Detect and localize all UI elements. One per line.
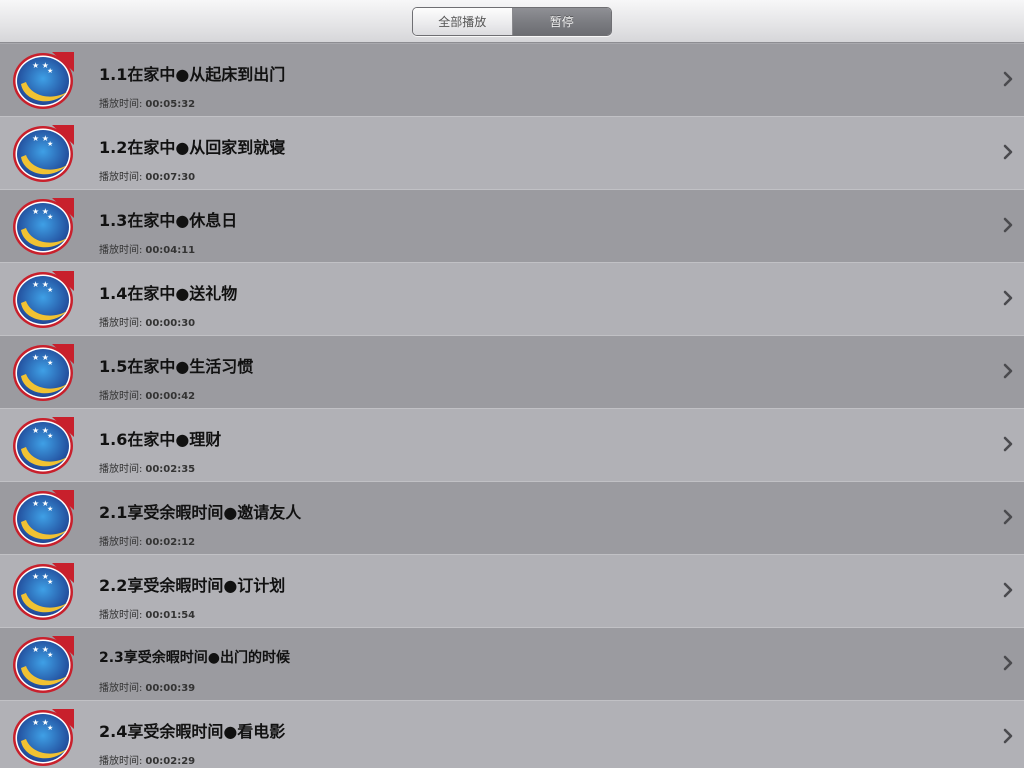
svg-text:★: ★ xyxy=(47,432,53,440)
chevron-right-icon[interactable] xyxy=(1002,71,1014,87)
play-time-value: 00:00:42 xyxy=(145,391,196,402)
play-time-label: 播放时间: xyxy=(99,756,143,767)
play-time-label: 播放时间: xyxy=(99,391,143,402)
moon-stars-logo-icon: ★ ★ ★ xyxy=(12,634,74,694)
play-time-label: 播放时间: xyxy=(99,99,143,110)
moon-stars-logo-icon: ★ ★ ★ xyxy=(12,123,74,183)
navigation-bar: 全部播放 暂停 xyxy=(0,0,1024,43)
play-all-segment[interactable]: 全部播放 xyxy=(413,8,513,35)
item-play-time: 播放时间: 00:00:30 xyxy=(99,314,195,329)
list-item[interactable]: ★ ★ ★ 1.3在家中●休息日播放时间: 00:04:11 xyxy=(0,190,1024,263)
item-play-time: 播放时间: 00:05:32 xyxy=(99,95,195,110)
moon-stars-logo-icon: ★ ★ ★ xyxy=(12,561,74,621)
chevron-right-icon[interactable] xyxy=(1002,655,1014,671)
item-title: 1.6在家中●理财 xyxy=(99,430,222,449)
play-time-value: 00:01:54 xyxy=(145,610,196,621)
chevron-right-icon[interactable] xyxy=(1002,217,1014,233)
item-title: 2.2享受余暇时间●订计划 xyxy=(99,576,286,595)
play-time-label: 播放时间: xyxy=(99,537,143,548)
chevron-right-icon[interactable] xyxy=(1002,582,1014,598)
play-time-label: 播放时间: xyxy=(99,683,143,694)
play-time-value: 00:02:35 xyxy=(145,464,196,475)
item-title: 2.1享受余暇时间●邀请友人 xyxy=(99,503,302,522)
chevron-right-icon[interactable] xyxy=(1002,436,1014,452)
list-item[interactable]: ★ ★ ★ 2.4享受余暇时间●看电影播放时间: 00:02:29 xyxy=(0,701,1024,768)
item-title: 1.1在家中●从起床到出门 xyxy=(99,65,286,84)
item-play-time: 播放时间: 00:02:12 xyxy=(99,533,195,548)
play-time-label: 播放时间: xyxy=(99,318,143,329)
moon-stars-logo-icon: ★ ★ ★ xyxy=(12,415,74,475)
play-time-label: 播放时间: xyxy=(99,245,143,256)
list-item[interactable]: ★ ★ ★ 1.2在家中●从回家到就寝播放时间: 00:07:30 xyxy=(0,117,1024,190)
lesson-list: ★ ★ ★ 1.1在家中●从起床到出门 播放时间: 00:05:32 ★ ★ ★ 1.2在家中… xyxy=(0,44,1024,768)
play-time-label: 播放时间: xyxy=(99,464,143,475)
list-item[interactable]: ★ ★ ★ 1.4在家中●送礼物播放时间: 00:00:30 xyxy=(0,263,1024,336)
item-play-time: 播放时间: 00:00:39 xyxy=(99,679,195,694)
chevron-right-icon[interactable] xyxy=(1002,290,1014,306)
chevron-right-icon[interactable] xyxy=(1002,728,1014,744)
play-time-value: 00:00:39 xyxy=(145,683,196,694)
play-time-value: 00:04:11 xyxy=(145,245,196,256)
list-item[interactable]: ★ ★ ★ 2.3享受余暇时间●出门的时候 播放时间: 00:00:39 xyxy=(0,628,1024,701)
item-play-time: 播放时间: 00:01:54 xyxy=(99,606,195,621)
moon-stars-logo-icon: ★ ★ ★ xyxy=(12,342,74,402)
svg-text:★: ★ xyxy=(47,724,53,732)
item-title: 1.2在家中●从回家到就寝 xyxy=(99,138,286,157)
chevron-right-icon[interactable] xyxy=(1002,509,1014,525)
item-play-time: 播放时间: 00:00:42 xyxy=(99,387,195,402)
svg-text:★: ★ xyxy=(47,213,53,221)
item-play-time: 播放时间: 00:02:29 xyxy=(99,752,195,767)
play-time-value: 00:07:30 xyxy=(145,172,196,183)
moon-stars-logo-icon: ★ ★ ★ xyxy=(12,50,74,110)
play-time-value: 00:05:32 xyxy=(145,99,196,110)
item-play-time: 播放时间: 00:07:30 xyxy=(99,168,195,183)
svg-text:★: ★ xyxy=(47,359,53,367)
moon-stars-logo-icon: ★ ★ ★ xyxy=(12,269,74,329)
item-play-time: 播放时间: 00:04:11 xyxy=(99,241,195,256)
item-title: 1.3在家中●休息日 xyxy=(99,211,238,230)
chevron-right-icon[interactable] xyxy=(1002,363,1014,379)
item-title: 1.4在家中●送礼物 xyxy=(99,284,238,303)
svg-text:★: ★ xyxy=(47,578,53,586)
item-title: 1.5在家中●生活习惯 xyxy=(99,357,254,376)
list-item[interactable]: ★ ★ ★ 1.5在家中●生活习惯播放时间: 00:00:42 xyxy=(0,336,1024,409)
item-title: 2.3享受余暇时间●出门的时候 xyxy=(99,650,291,666)
svg-text:★: ★ xyxy=(47,286,53,294)
svg-text:★: ★ xyxy=(47,67,53,75)
moon-stars-logo-icon: ★ ★ ★ xyxy=(12,196,74,256)
list-item[interactable]: ★ ★ ★ 2.1享受余暇时间●邀请友人播放时间: 00:02:12 xyxy=(0,482,1024,555)
play-time-value: 00:02:12 xyxy=(145,537,196,548)
chevron-right-icon[interactable] xyxy=(1002,144,1014,160)
moon-stars-logo-icon: ★ ★ ★ xyxy=(12,707,74,767)
svg-text:★: ★ xyxy=(47,140,53,148)
play-time-value: 00:02:29 xyxy=(145,756,196,767)
item-title: 2.4享受余暇时间●看电影 xyxy=(99,722,286,741)
play-time-label: 播放时间: xyxy=(99,610,143,621)
pause-segment[interactable]: 暂停 xyxy=(512,8,611,35)
list-item[interactable]: ★ ★ ★ 2.2享受余暇时间●订计划播放时间: 00:01:54 xyxy=(0,555,1024,628)
list-item[interactable]: ★ ★ ★ 1.1在家中●从起床到出门播放时间: 00:05:32 xyxy=(0,44,1024,117)
item-play-time: 播放时间: 00:02:35 xyxy=(99,460,195,475)
list-item[interactable]: ★ ★ ★ 1.6在家中●理财播放时间: 00:02:35 xyxy=(0,409,1024,482)
moon-stars-logo-icon: ★ ★ ★ xyxy=(12,488,74,548)
playback-segmented-control[interactable]: 全部播放 暂停 xyxy=(412,7,612,36)
svg-text:★: ★ xyxy=(47,651,53,659)
play-time-label: 播放时间: xyxy=(99,172,143,183)
play-time-value: 00:00:30 xyxy=(145,318,196,329)
svg-text:★: ★ xyxy=(47,505,53,513)
